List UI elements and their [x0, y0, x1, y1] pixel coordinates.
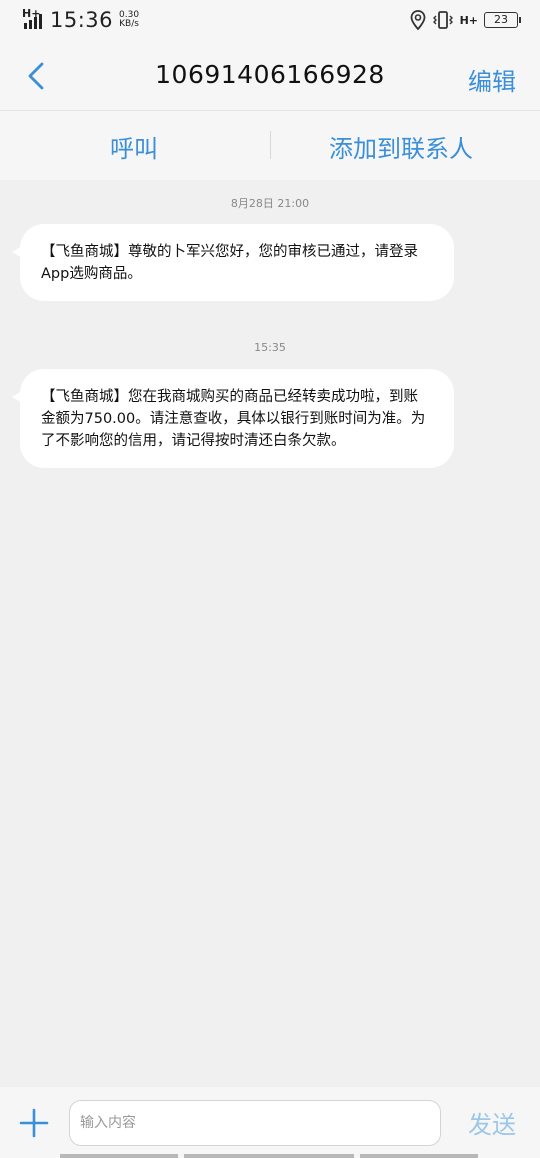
message-timestamp: 8月28日 21:00 [230, 197, 310, 210]
message-line: 了不影响您的信用，请记得按时清还白条欠款。 [41, 433, 346, 449]
message-line: App选购商品。 [41, 266, 142, 282]
vibrate-icon [432, 11, 453, 29]
clock: 15:36 [50, 8, 114, 32]
message-line: 【飞鱼商城】您在我商城购买的商品已经转卖成功啦，到账 [41, 389, 418, 405]
header: 10691406166928 编辑 [0, 42, 540, 111]
nav-gesture-bar [60, 1154, 178, 1158]
network-speed: 0.30 KB/s [119, 10, 140, 29]
divider [270, 131, 271, 159]
sms-conversation-screen: H+ 15:36 0.30 KB/s H+ 23 10691406166928 … [0, 0, 540, 1158]
nav-gesture-bar [360, 1154, 478, 1158]
signal-icon: H+ [22, 7, 46, 31]
location-icon [410, 10, 425, 30]
edit-button[interactable]: 编辑 [468, 62, 516, 97]
message-timestamp: 15:35 [254, 341, 286, 354]
contact-action-bar: 呼叫 添加到联系人 [0, 111, 540, 180]
message-line: 金额为750.00。请注意查收，具体以银行到账时间为准。为 [41, 411, 426, 427]
message-bubble[interactable]: 【飞鱼商城】尊敬的卜军兴您好，您的审核已通过，请登录 App选购商品。 [12, 224, 454, 301]
message-bubble[interactable]: 【飞鱼商城】您在我商城购买的商品已经转卖成功啦，到账 金额为750.00。请注意… [12, 369, 454, 468]
send-button[interactable]: 发送 [468, 1105, 516, 1140]
plus-icon[interactable] [18, 1107, 50, 1139]
battery-icon: 23 [484, 12, 521, 28]
add-to-contacts-button[interactable]: 添加到联系人 [329, 129, 473, 164]
bubble-tail [12, 246, 22, 258]
call-button[interactable]: 呼叫 [110, 129, 158, 164]
status-bar: H+ 15:36 0.30 KB/s H+ 23 [0, 0, 540, 42]
network-type-icon: H+ [459, 13, 478, 27]
composer-bar: 发送 [0, 1087, 540, 1158]
message-input[interactable] [69, 1100, 441, 1146]
message-line: 【飞鱼商城】尊敬的卜军兴您好，您的审核已通过，请登录 [41, 244, 418, 260]
bubble-tail [12, 391, 22, 403]
page-title: 10691406166928 [155, 60, 385, 89]
nav-gesture-bar [184, 1154, 354, 1158]
